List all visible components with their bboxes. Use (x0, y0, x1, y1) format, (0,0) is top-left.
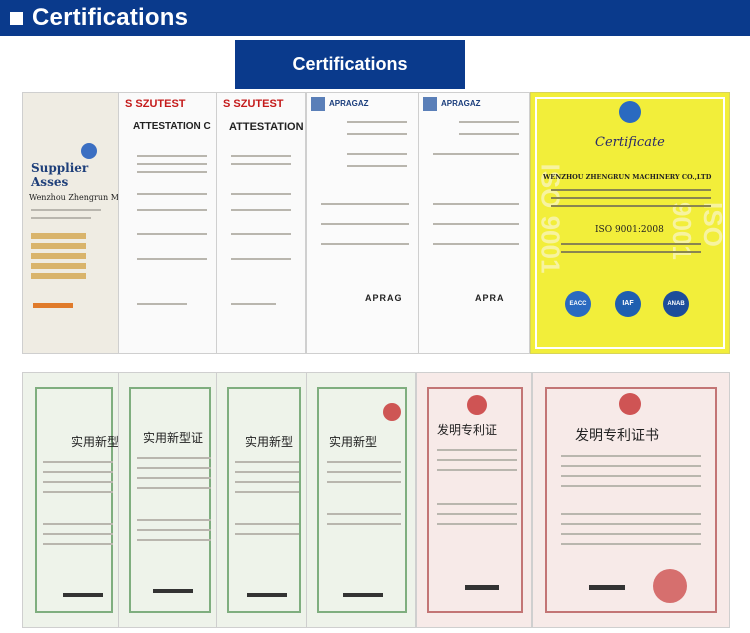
certificate-heading: ATTESTATION C (133, 121, 211, 132)
certificate-heading: APRAG (365, 293, 403, 303)
apragaz-logo: APRAGAZ (329, 99, 369, 108)
certificate-invention-patent-2[interactable]: 发明专利证书 (532, 372, 730, 628)
certificate-szutest-2[interactable]: S SZUTEST ATTESTATION (216, 92, 306, 354)
certificate-company: Wenzhou Zhengrun M (29, 193, 119, 202)
globe-icon (81, 143, 97, 159)
certificate-iso-9001[interactable]: ISO 9001 ISO 9001 Certificate WENZHOU ZH… (530, 92, 730, 354)
accreditation-mark-eacc: EACC (565, 291, 591, 317)
certificate-supplier-assessment[interactable]: Supplier Asses Wenzhou Zhengrun M (22, 92, 125, 354)
certificate-utility-model-1[interactable]: 实用新型 (22, 372, 122, 628)
certificate-company: WENZHOU ZHENGRUN MACHINERY CO.,LTD (543, 173, 712, 181)
certificate-heading: 实用新型 (71, 435, 120, 449)
certificate-utility-model-4[interactable]: 实用新型 (306, 372, 416, 628)
certificate-heading: Supplier Asses (31, 161, 89, 189)
certificate-utility-model-2[interactable]: 实用新型证 (118, 372, 220, 628)
banner-title: Certifications (292, 54, 408, 74)
iso-watermark-right: ISO 9001 (667, 202, 728, 260)
flag-icon (311, 97, 325, 111)
flag-icon (423, 97, 437, 111)
certificate-apragaz-2[interactable]: APRAGAZ APRA (418, 92, 530, 354)
szutest-logo: S SZUTEST (223, 98, 284, 110)
certificate-heading: APRA (475, 293, 505, 303)
square-bullet-icon (10, 11, 23, 25)
certificate-heading: 实用新型证 (143, 431, 204, 445)
section-title: Certifications (32, 4, 189, 31)
official-stamp-icon (653, 569, 687, 603)
certificate-heading: 发明专利证书 (575, 428, 659, 444)
accreditation-mark-anab: ANAB (663, 291, 689, 317)
patent-office-seal-icon (383, 403, 401, 421)
certificate-heading: 发明专利证 (437, 423, 498, 437)
iso-standard: ISO 9001:2008 (595, 225, 664, 235)
patent-office-seal-icon (467, 395, 487, 415)
certificate-invention-patent-1[interactable]: 发明专利证 (416, 372, 532, 628)
certificate-heading: Certificate (595, 135, 665, 150)
apragaz-logo: APRAGAZ (441, 99, 481, 108)
section-header: Certifications (0, 0, 750, 36)
certificate-heading: 实用新型 (329, 435, 378, 449)
certificate-apragaz-1[interactable]: APRAGAZ APRAG (306, 92, 420, 354)
certificate-utility-model-3[interactable]: 实用新型 (216, 372, 308, 628)
szutest-logo: S SZUTEST (125, 98, 186, 110)
accreditation-mark-iaf: IAF (615, 291, 641, 317)
seal-icon (619, 101, 641, 123)
certificate-heading: ATTESTATION (229, 121, 304, 133)
certificate-heading: 实用新型 (245, 435, 294, 449)
certificate-szutest-1[interactable]: S SZUTEST ATTESTATION C (118, 92, 218, 354)
patent-office-seal-icon (619, 393, 641, 415)
certifications-banner: Certifications (235, 40, 465, 89)
